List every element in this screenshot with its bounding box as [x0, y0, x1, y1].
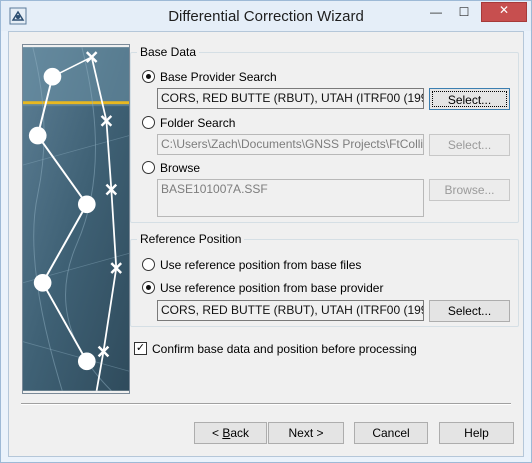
back-prefix: <: [211, 426, 223, 440]
base-data-group: Base Data Base Provider Search CORS, RED…: [130, 45, 519, 223]
wizard-window: Differential Correction Wizard — ☐ ✕ Bas…: [0, 0, 532, 463]
reference-select-button[interactable]: Select...: [429, 300, 510, 322]
folder-search-radio[interactable]: [142, 116, 155, 129]
confirm-checkbox[interactable]: ✓: [134, 342, 147, 355]
browse-file-list: BASE101007A.SSF: [157, 179, 424, 217]
select-button-label: Select...: [432, 91, 507, 107]
maximize-button[interactable]: ☐: [453, 5, 475, 26]
close-button[interactable]: ✕: [481, 2, 527, 22]
footer-separator: [21, 403, 511, 405]
minimize-button[interactable]: —: [425, 5, 447, 26]
cancel-button[interactable]: Cancel: [354, 422, 428, 444]
folder-search-field: C:\Users\Zach\Documents\GNSS Projects\Ft…: [157, 134, 424, 155]
reference-provider-field: CORS, RED BUTTE (RBUT), UTAH (ITRF00 (19…: [157, 300, 424, 321]
wizard-client-area: Base Data Base Provider Search CORS, RED…: [8, 31, 524, 457]
browse-label[interactable]: Browse: [160, 161, 200, 175]
window-title: Differential Correction Wizard: [168, 8, 364, 25]
back-button[interactable]: < Back: [194, 422, 267, 444]
ref-from-provider-label[interactable]: Use reference position from base provide…: [160, 281, 383, 295]
browse-button[interactable]: Browse...: [429, 179, 510, 201]
base-provider-search-label[interactable]: Base Provider Search: [160, 70, 277, 84]
ref-from-provider-radio[interactable]: [142, 281, 155, 294]
title-bar[interactable]: Differential Correction Wizard — ☐ ✕: [1, 1, 531, 31]
base-data-legend: Base Data: [137, 45, 200, 59]
reference-position-group: Reference Position Use reference positio…: [130, 232, 519, 327]
ref-from-base-files-radio[interactable]: [142, 258, 155, 271]
gnss-route-illustration: [22, 44, 130, 394]
next-button[interactable]: Next >: [268, 422, 344, 444]
check-icon: ✓: [135, 342, 146, 354]
folder-search-select-button[interactable]: Select...: [429, 134, 510, 156]
base-provider-field: CORS, RED BUTTE (RBUT), UTAH (ITRF00 (19…: [157, 88, 424, 109]
browse-radio[interactable]: [142, 161, 155, 174]
confirm-label[interactable]: Confirm base data and position before pr…: [152, 342, 417, 356]
help-button[interactable]: Help: [439, 422, 514, 444]
folder-search-label[interactable]: Folder Search: [160, 116, 235, 130]
back-rest: ack: [230, 426, 250, 440]
base-provider-select-button[interactable]: Select...: [429, 88, 510, 110]
reference-position-legend: Reference Position: [137, 232, 245, 246]
base-provider-search-radio[interactable]: [142, 70, 155, 83]
ref-from-base-files-label[interactable]: Use reference position from base files: [160, 258, 361, 272]
